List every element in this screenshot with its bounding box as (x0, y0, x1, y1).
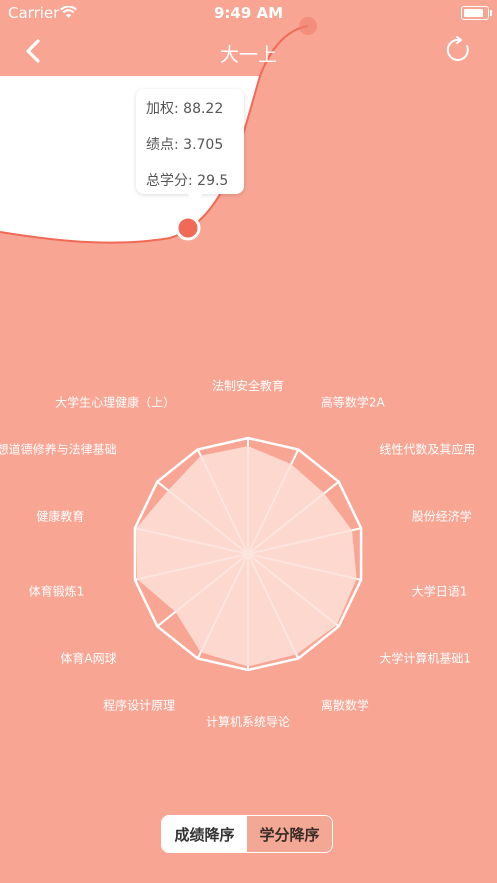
sort-segmented-control: 成绩降序 学分降序 (161, 815, 333, 853)
radar-axis-label: 思想道德修养与法律基础 (0, 441, 117, 456)
radar-axis-label: 大学计算机基础1 (379, 651, 471, 666)
radar-axis-label: 体育A网球 (60, 651, 116, 666)
radar-axis-label: 计算机系统导论 (206, 714, 290, 729)
sort-by-score-button[interactable]: 成绩降序 (162, 816, 247, 852)
radar-axis-label: 大学日语1 (412, 583, 468, 598)
radar-axis-label: 健康教育 (36, 509, 84, 524)
radar-series-area (136, 446, 357, 667)
radar-axis-label: 程序设计原理 (103, 697, 175, 712)
radar-axis-label: 线性代数及其应用 (379, 441, 475, 456)
radar-axis-label: 股份经济学 (412, 509, 472, 524)
sort-by-credit-button[interactable]: 学分降序 (247, 816, 332, 852)
radar-axis-label: 高等数学2A (321, 395, 386, 410)
radar-axis-label: 离散数学 (321, 697, 369, 712)
radar-axis-label: 体育锻炼1 (29, 583, 85, 598)
radar-chart: 法制安全教育高等数学2A 线性代数及其应用股份经济学大学日语1 大学计算机基础1 离散… (0, 378, 475, 729)
radar-axis-label: 大学生心理健康（上） (55, 395, 175, 410)
radar-axis-label: 法制安全教育 (212, 378, 284, 393)
